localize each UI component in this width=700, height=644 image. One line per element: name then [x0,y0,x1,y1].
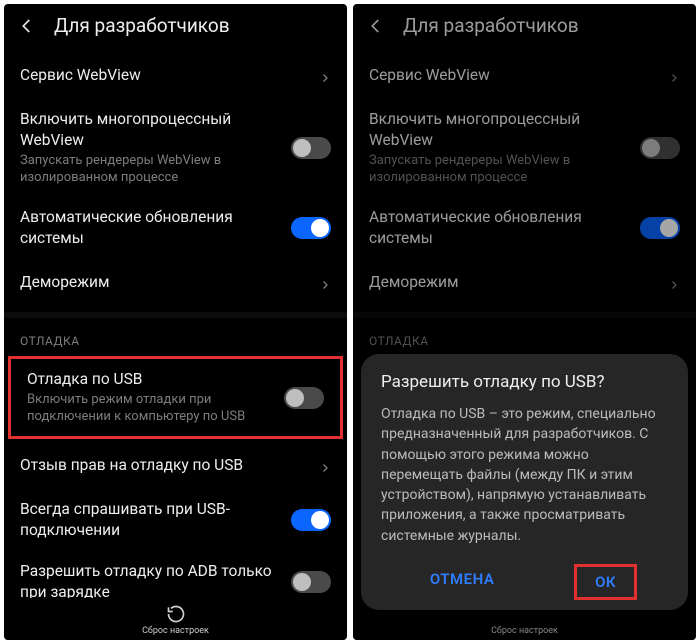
row-label: Разрешить отладку по ADB только при заря… [20,561,281,598]
row-usb-debugging[interactable]: Отладка по USB Включить режим отладки пр… [11,359,340,436]
bottom-bar: Сброс настроек [4,598,347,640]
dialog-body: Отладка по USB – это режим, специально п… [381,404,668,546]
ok-button[interactable]: ОК [574,564,637,600]
usb-debug-permission-dialog: Разрешить отладку по USB? Отладка по USB… [361,354,688,610]
row-revoke-usb-auth[interactable]: Отзыв прав на отладку по USB [4,441,347,489]
dialog-actions: ОТМЕНА ОК [381,564,668,600]
phone-right: Для разработчиков Сервис WebView Включит… [353,4,696,640]
cancel-button[interactable]: ОТМЕНА [412,564,513,600]
row-webview-service[interactable]: Сервис WebView [4,51,347,99]
settings-list: Сервис WebView Включить многопроцессный … [4,51,347,598]
dialog-title: Разрешить отладку по USB? [381,372,668,392]
chevron-right-icon [319,276,331,288]
reset-icon[interactable] [166,604,186,624]
row-label: Включить многопроцессный WebView [20,109,281,151]
row-sublabel: Запускать рендереры WebView в изолирован… [20,153,281,187]
row-always-ask-usb[interactable]: Всегда спрашивать при USB-подключении [4,489,347,551]
highlight-usb-debug: Отладка по USB Включить режим отладки пр… [8,356,343,439]
page-title: Для разработчиков [54,14,230,37]
toggle-auto-system-update[interactable] [291,217,331,239]
header: Для разработчиков [4,4,347,51]
toggle-usb-debugging[interactable] [284,387,324,409]
row-label: Отладка по USB [27,369,274,390]
toggle-multiprocess-webview[interactable] [291,137,331,159]
row-label: Сервис WebView [20,65,309,86]
row-auto-system-update[interactable]: Автоматические обновления системы [4,197,347,259]
row-multiprocess-webview[interactable]: Включить многопроцессный WebView Запуска… [4,99,347,197]
reset-label: Сброс настроек [142,626,209,636]
row-demo-mode[interactable]: Деморежим [4,258,347,306]
row-label: Деморежим [20,272,309,293]
row-label: Автоматические обновления системы [20,207,281,249]
row-label: Всегда спрашивать при USB-подключении [20,499,281,541]
row-adb-only-charging[interactable]: Разрешить отладку по ADB только при заря… [4,551,347,598]
row-sublabel: Включить режим отладки при подключении к… [27,392,274,426]
toggle-always-ask-usb[interactable] [291,509,331,531]
chevron-right-icon [319,459,331,471]
phone-left: Для разработчиков Сервис WebView Включит… [4,4,347,640]
section-header-debug: ОТЛАДКА [4,312,347,354]
toggle-adb-only-charging[interactable] [291,571,331,593]
row-label: Отзыв прав на отладку по USB [20,455,309,476]
chevron-right-icon [319,69,331,81]
back-arrow-icon[interactable] [18,17,36,35]
